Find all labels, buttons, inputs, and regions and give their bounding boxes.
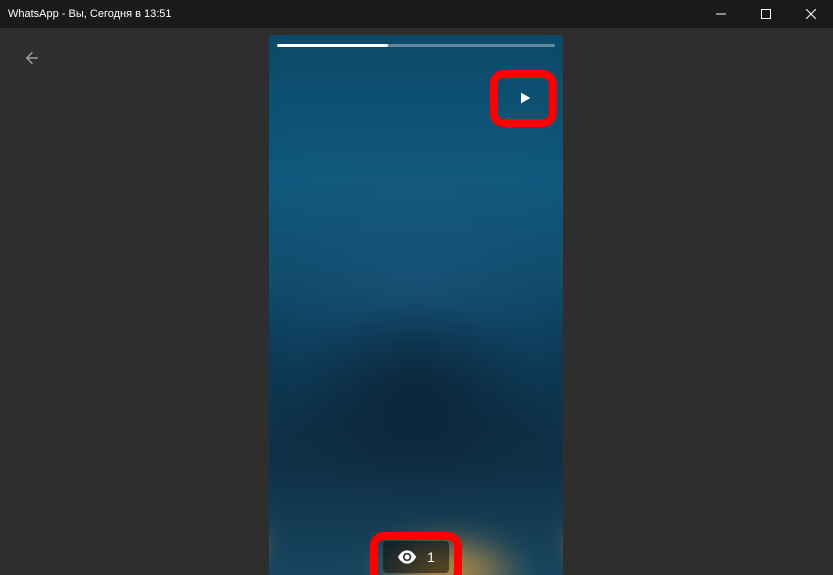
back-button[interactable] bbox=[20, 46, 44, 70]
eye-icon bbox=[397, 550, 417, 564]
story-progress-track bbox=[277, 44, 555, 47]
window-title: WhatsApp - Вы, Сегодня в 13:51 bbox=[8, 8, 172, 20]
content-area: 1 bbox=[0, 28, 833, 575]
close-button[interactable] bbox=[788, 0, 833, 28]
play-button[interactable] bbox=[511, 87, 539, 109]
story-image bbox=[269, 35, 563, 575]
views-button[interactable]: 1 bbox=[383, 541, 449, 573]
views-count: 1 bbox=[427, 549, 435, 565]
window-controls bbox=[698, 0, 833, 28]
play-icon bbox=[517, 90, 533, 106]
titlebar: WhatsApp - Вы, Сегодня в 13:51 bbox=[0, 0, 833, 28]
story-viewer[interactable]: 1 bbox=[269, 35, 563, 575]
minimize-button[interactable] bbox=[698, 0, 743, 28]
story-progress-fill bbox=[277, 44, 388, 47]
maximize-button[interactable] bbox=[743, 0, 788, 28]
